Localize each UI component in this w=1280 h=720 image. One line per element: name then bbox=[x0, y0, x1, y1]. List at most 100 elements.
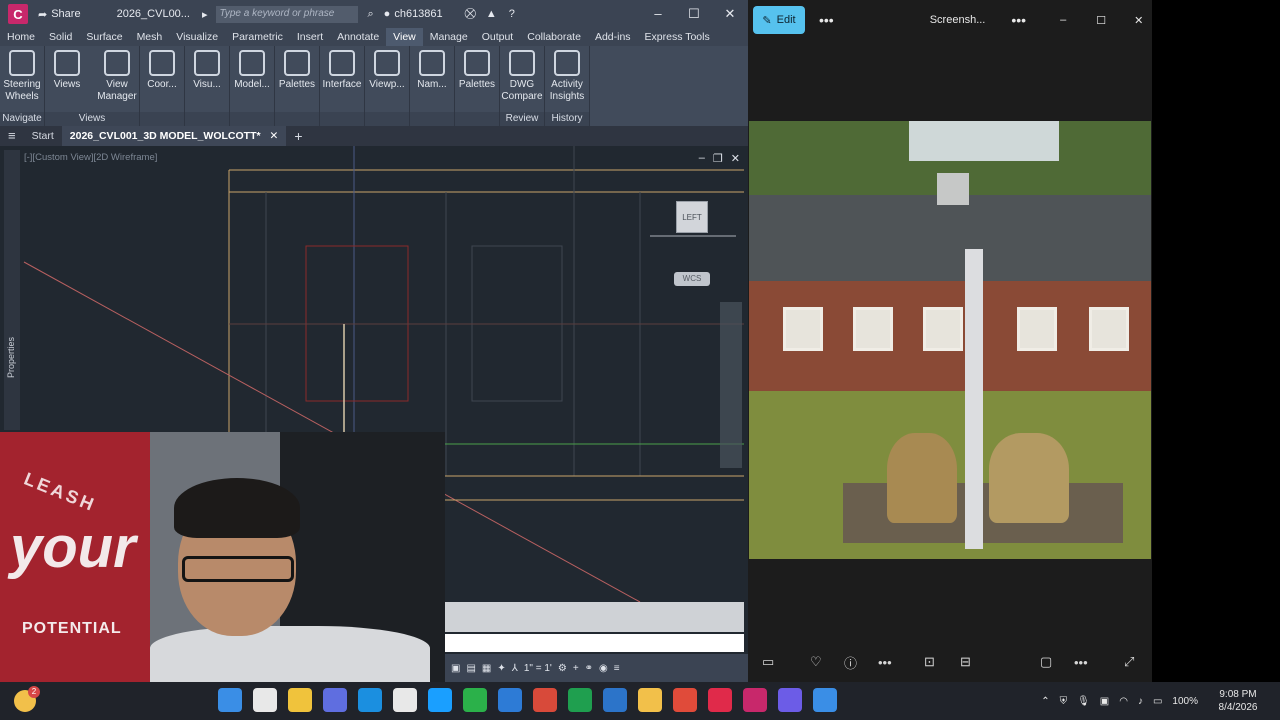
photos-maximize-icon[interactable]: ☐ bbox=[1096, 14, 1106, 27]
taskbar-app-icon[interactable] bbox=[533, 688, 557, 712]
tab-surface[interactable]: Surface bbox=[79, 28, 129, 46]
ribbon-button-views[interactable]: Views bbox=[45, 50, 89, 103]
gear-icon[interactable]: ⚙ bbox=[558, 663, 567, 674]
title-more-icon[interactable]: ••• bbox=[1011, 12, 1026, 28]
more-tools-icon[interactable]: ••• bbox=[878, 655, 892, 670]
autocad-logo[interactable]: C bbox=[8, 4, 28, 24]
command-line-input[interactable] bbox=[445, 634, 744, 652]
taskbar-app-icon[interactable] bbox=[603, 688, 627, 712]
edit-button[interactable]: ✎ Edit bbox=[753, 6, 805, 34]
snap-icon[interactable]: ▦ bbox=[482, 663, 491, 674]
ribbon-button-nam[interactable]: Nam... bbox=[410, 50, 454, 91]
display-icon[interactable]: ▣ bbox=[1100, 696, 1109, 707]
model-space-icon[interactable]: ▣ bbox=[451, 663, 460, 674]
battery-icon[interactable]: ▭ bbox=[1153, 696, 1162, 707]
maximize-icon[interactable]: ☐ bbox=[676, 6, 712, 22]
autodesk-icon[interactable]: ▲ bbox=[486, 8, 497, 20]
taskbar-app-icon[interactable] bbox=[358, 688, 382, 712]
new-tab-icon[interactable]: + bbox=[286, 126, 310, 146]
customize-menu-icon[interactable]: ≡ bbox=[614, 663, 620, 674]
tab-insert[interactable]: Insert bbox=[290, 28, 330, 46]
taskbar-app-icon[interactable] bbox=[673, 688, 697, 712]
cart-icon[interactable]: ⛒ bbox=[465, 8, 476, 21]
ribbon-button-coor[interactable]: Coor... bbox=[140, 50, 184, 91]
wifi-icon[interactable]: ◠ bbox=[1119, 696, 1128, 707]
ribbon-button-visu[interactable]: Visu... bbox=[185, 50, 229, 91]
tab-annotate[interactable]: Annotate bbox=[330, 28, 386, 46]
ribbon-button-interface[interactable]: Interface bbox=[320, 50, 364, 91]
zoom-fit-icon[interactable]: ⊡ bbox=[924, 654, 935, 670]
isolate-icon[interactable]: ◉ bbox=[599, 663, 608, 674]
ribbon-button-steering-wheels[interactable]: Steering Wheels bbox=[0, 50, 44, 103]
house-photo[interactable] bbox=[749, 121, 1151, 559]
fullscreen-icon[interactable]: ⤢ bbox=[1124, 654, 1134, 670]
ribbon-button-palettes[interactable]: Palettes bbox=[455, 50, 499, 91]
wcs-menu[interactable]: WCS bbox=[674, 272, 710, 286]
tab-mesh[interactable]: Mesh bbox=[130, 28, 170, 46]
taskbar-app-icon[interactable] bbox=[393, 688, 417, 712]
tab-output[interactable]: Output bbox=[475, 28, 521, 46]
microphone-icon[interactable]: 🎙 bbox=[1077, 696, 1090, 707]
taskbar-app-icon[interactable] bbox=[428, 688, 452, 712]
viewcube[interactable]: LEFT bbox=[676, 201, 708, 233]
tab-home[interactable]: Home bbox=[0, 28, 42, 46]
info-icon[interactable]: ⓘ bbox=[844, 653, 857, 672]
menu-icon[interactable]: ≡ bbox=[0, 126, 24, 146]
viewport-close-icon[interactable]: ✕ bbox=[731, 152, 740, 165]
taskbar-app-icon[interactable] bbox=[218, 688, 242, 712]
annotation-icon[interactable]: ⅄ bbox=[512, 663, 518, 674]
tab-express-tools[interactable]: Express Tools bbox=[638, 28, 717, 46]
tab-view[interactable]: View bbox=[386, 28, 423, 46]
close-icon[interactable]: ✕ bbox=[712, 6, 748, 22]
properties-palette[interactable]: Properties bbox=[4, 150, 20, 430]
tab-parametric[interactable]: Parametric bbox=[225, 28, 290, 46]
tab-start[interactable]: Start bbox=[24, 126, 62, 146]
ribbon-button-palettes[interactable]: Palettes bbox=[275, 50, 319, 91]
taskbar-app-icon[interactable] bbox=[323, 688, 347, 712]
tab-add-ins[interactable]: Add-ins bbox=[588, 28, 638, 46]
ribbon-button-viewp[interactable]: Viewp... bbox=[365, 50, 409, 91]
taskbar-app-icon[interactable] bbox=[778, 688, 802, 712]
view-more-icon[interactable]: ••• bbox=[1074, 655, 1088, 670]
taskbar-app-icon[interactable] bbox=[498, 688, 522, 712]
minimize-icon[interactable]: – bbox=[640, 6, 676, 22]
share-button[interactable]: ➦ Share bbox=[38, 8, 81, 21]
taskbar-app-icon[interactable] bbox=[638, 688, 662, 712]
navigation-bar[interactable] bbox=[720, 302, 742, 468]
viewport-minimize-icon[interactable]: – bbox=[699, 152, 705, 165]
taskbar-app-icon[interactable] bbox=[463, 688, 487, 712]
tab-manage[interactable]: Manage bbox=[423, 28, 475, 46]
taskbar-app-icon[interactable] bbox=[288, 688, 312, 712]
filmstrip-icon[interactable]: ▭ bbox=[762, 654, 774, 670]
tab-visualize[interactable]: Visualize bbox=[169, 28, 225, 46]
taskbar-app-icon[interactable] bbox=[568, 688, 592, 712]
viewport-restore-icon[interactable]: ❐ bbox=[713, 152, 723, 165]
volume-icon[interactable]: ♪ bbox=[1138, 696, 1143, 707]
tab-collaborate[interactable]: Collaborate bbox=[520, 28, 588, 46]
photos-close-icon[interactable]: ✕ bbox=[1134, 14, 1143, 27]
ribbon-button-activity-insights[interactable]: Activity Insights bbox=[545, 50, 589, 103]
defender-icon[interactable]: ⛨ bbox=[1060, 696, 1068, 707]
annotation-scale[interactable]: 1" = 1' bbox=[524, 663, 552, 674]
taskbar-app-icon[interactable] bbox=[813, 688, 837, 712]
viewport-controls-label[interactable]: [-][Custom View][2D Wireframe] bbox=[24, 152, 157, 163]
tab-solid[interactable]: Solid bbox=[42, 28, 79, 46]
tab-active-drawing[interactable]: 2026_CVL001_3D MODEL_WOLCOTT* ✕ bbox=[61, 126, 287, 146]
clock[interactable]: 9:08 PM 8/4/2026 bbox=[1208, 688, 1268, 714]
grid-icon[interactable]: ▤ bbox=[466, 663, 475, 674]
favorite-icon[interactable]: ♡ bbox=[810, 654, 822, 670]
keyword-search-input[interactable]: Type a keyword or phrase bbox=[215, 5, 358, 23]
ribbon-button-dwg-compare[interactable]: DWG Compare bbox=[500, 50, 544, 103]
more-options-icon[interactable]: ••• bbox=[819, 12, 834, 28]
plus-icon[interactable]: + bbox=[573, 663, 579, 674]
taskbar-app-icon[interactable] bbox=[253, 688, 277, 712]
chevron-up-icon[interactable]: ⌃ bbox=[1041, 696, 1049, 707]
taskbar-app-icon[interactable] bbox=[743, 688, 767, 712]
osnap-icon[interactable]: ✦ bbox=[497, 663, 505, 674]
taskbar-app-icon[interactable] bbox=[708, 688, 732, 712]
close-tab-icon[interactable]: ✕ bbox=[270, 130, 279, 142]
ribbon-button-view-manager[interactable]: View Manager bbox=[95, 50, 139, 103]
ribbon-button-model[interactable]: Model... bbox=[230, 50, 274, 91]
crop-view-icon[interactable]: ▢ bbox=[1040, 654, 1052, 670]
photos-minimize-icon[interactable]: – bbox=[1060, 14, 1066, 26]
